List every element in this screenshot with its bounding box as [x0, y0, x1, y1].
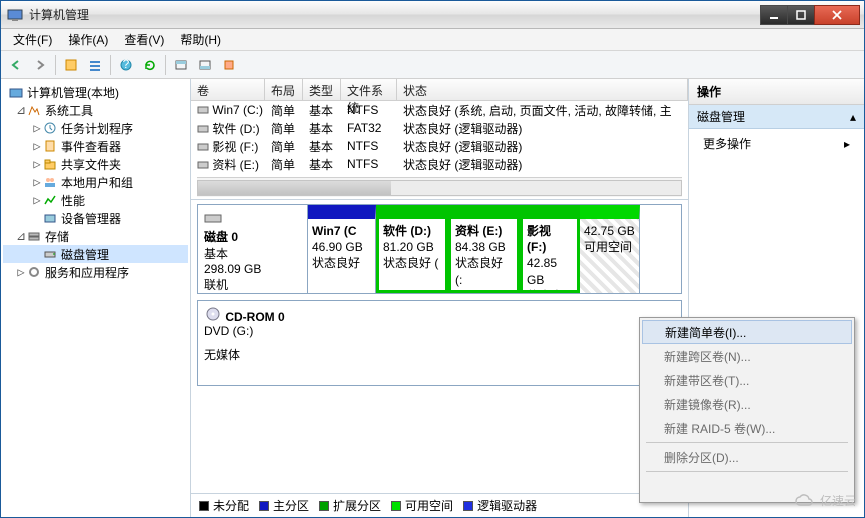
- menu-new-striped-volume: 新建带区卷(T)...: [642, 368, 852, 392]
- cdrom-icon: [204, 307, 222, 321]
- menu-help[interactable]: 帮助(H): [172, 29, 229, 50]
- menubar: 文件(F) 操作(A) 查看(V) 帮助(H): [1, 29, 864, 51]
- legend-primary: 主分区: [273, 497, 309, 514]
- tree-task-scheduler[interactable]: ▷任务计划程序: [3, 119, 188, 137]
- partition[interactable]: 影视 (F:)42.85 GB状态良好: [520, 205, 580, 293]
- computer-management-window: 计算机管理 文件(F) 操作(A) 查看(V) 帮助(H) ? 计算机管理(本地…: [0, 0, 865, 518]
- tree-services[interactable]: ▷服务和应用程序: [3, 263, 188, 281]
- properties-button[interactable]: [60, 54, 82, 76]
- menu-new-spanned-volume: 新建跨区卷(N)...: [642, 344, 852, 368]
- tree-local-users[interactable]: ▷本地用户和组: [3, 173, 188, 191]
- tree-device-manager[interactable]: 设备管理器: [3, 209, 188, 227]
- app-icon: [7, 7, 23, 23]
- watermark: 亿速云: [794, 492, 856, 509]
- help-button[interactable]: ?: [115, 54, 137, 76]
- tree-performance[interactable]: ▷性能: [3, 191, 188, 209]
- partition[interactable]: Win7 (C46.90 GB状态良好: [308, 205, 376, 293]
- volume-row[interactable]: 影视 (F:)简单基本NTFS状态良好 (逻辑驱动器): [191, 137, 688, 155]
- disk-0-row[interactable]: 磁盘 0 基本 298.09 GB 联机 Win7 (C46.90 GB状态良好…: [197, 204, 682, 294]
- back-button[interactable]: [5, 54, 27, 76]
- menu-action[interactable]: 操作(A): [60, 29, 116, 50]
- legend-logical: 逻辑驱动器: [477, 497, 537, 514]
- col-status[interactable]: 状态: [397, 79, 688, 100]
- col-layout[interactable]: 布局: [265, 79, 303, 100]
- maximize-button[interactable]: [787, 5, 815, 25]
- menu-new-raid5-volume: 新建 RAID-5 卷(W)...: [642, 416, 852, 440]
- window-title: 计算机管理: [29, 6, 761, 23]
- tree-disk-management[interactable]: 磁盘管理: [3, 245, 188, 263]
- actions-title: 操作: [689, 79, 864, 105]
- center-pane: 卷 布局 类型 文件系统 状态 Win7 (C:)简单基本NTFS状态良好 (系…: [191, 79, 689, 517]
- legend-extended: 扩展分区: [333, 497, 381, 514]
- partition[interactable]: 软件 (D:)81.20 GB状态良好 (: [376, 205, 448, 293]
- forward-button[interactable]: [29, 54, 51, 76]
- partition[interactable]: 42.75 GB可用空间: [580, 205, 640, 293]
- nav-tree[interactable]: 计算机管理(本地) ⊿系统工具 ▷任务计划程序 ▷事件查看器 ▷共享文件夹 ▷本…: [1, 79, 191, 517]
- refresh-button[interactable]: [139, 54, 161, 76]
- context-menu: 新建简单卷(I)... 新建跨区卷(N)... 新建带区卷(T)... 新建镜像…: [639, 317, 855, 503]
- svg-text:?: ?: [123, 58, 130, 71]
- tree-storage[interactable]: ⊿存储: [3, 227, 188, 245]
- view-bottom-button[interactable]: [194, 54, 216, 76]
- menu-new-simple-volume[interactable]: 新建简单卷(I)...: [642, 320, 852, 344]
- volume-list-header[interactable]: 卷 布局 类型 文件系统 状态: [191, 79, 688, 101]
- disk-0-header[interactable]: 磁盘 0 基本 298.09 GB 联机: [198, 205, 308, 293]
- disk-graph-pane: 磁盘 0 基本 298.09 GB 联机 Win7 (C46.90 GB状态良好…: [191, 199, 688, 493]
- col-fs[interactable]: 文件系统: [341, 79, 397, 100]
- volume-list[interactable]: Win7 (C:)简单基本NTFS状态良好 (系统, 启动, 页面文件, 活动,…: [191, 101, 688, 173]
- chevron-right-icon: ▸: [844, 137, 850, 151]
- tree-event-viewer[interactable]: ▷事件查看器: [3, 137, 188, 155]
- menu-view[interactable]: 查看(V): [116, 29, 172, 50]
- tree-system-tools[interactable]: ⊿系统工具: [3, 101, 188, 119]
- volume-row[interactable]: 软件 (D:)简单基本FAT32状态良好 (逻辑驱动器): [191, 119, 688, 137]
- cdrom-row[interactable]: CD-ROM 0 DVD (G:) 无媒体: [197, 300, 682, 386]
- toolbar: ?: [1, 51, 864, 79]
- menu-new-mirror-volume: 新建镜像卷(R)...: [642, 392, 852, 416]
- col-type[interactable]: 类型: [303, 79, 341, 100]
- actions-more[interactable]: 更多操作▸: [689, 129, 864, 158]
- volume-row[interactable]: 资料 (E:)简单基本NTFS状态良好 (逻辑驱动器): [191, 155, 688, 173]
- collapse-icon: ▴: [850, 110, 856, 124]
- legend-free: 可用空间: [405, 497, 453, 514]
- view-list-button[interactable]: [84, 54, 106, 76]
- cdrom-header[interactable]: CD-ROM 0 DVD (G:) 无媒体: [198, 301, 681, 385]
- menu-file[interactable]: 文件(F): [5, 29, 60, 50]
- horizontal-scrollbar[interactable]: [197, 177, 682, 197]
- menu-delete-partition: 删除分区(D)...: [642, 445, 852, 469]
- tree-shared-folders[interactable]: ▷共享文件夹: [3, 155, 188, 173]
- legend: 未分配 主分区 扩展分区 可用空间 逻辑驱动器: [191, 493, 688, 517]
- minimize-button[interactable]: [760, 5, 788, 25]
- actions-section[interactable]: 磁盘管理▴: [689, 105, 864, 129]
- partition[interactable]: 资料 (E:)84.38 GB状态良好 (:: [448, 205, 520, 293]
- view-top-button[interactable]: [170, 54, 192, 76]
- cloud-icon: [794, 493, 816, 509]
- disk-0-partitions: Win7 (C46.90 GB状态良好软件 (D:)81.20 GB状态良好 (…: [308, 205, 681, 293]
- settings-button[interactable]: [218, 54, 240, 76]
- volume-row[interactable]: Win7 (C:)简单基本NTFS状态良好 (系统, 启动, 页面文件, 活动,…: [191, 101, 688, 119]
- tree-root[interactable]: 计算机管理(本地): [3, 83, 188, 101]
- col-volume[interactable]: 卷: [191, 79, 265, 100]
- close-button[interactable]: [814, 5, 860, 25]
- legend-unallocated: 未分配: [213, 497, 249, 514]
- disk-icon: [204, 211, 222, 225]
- titlebar[interactable]: 计算机管理: [1, 1, 864, 29]
